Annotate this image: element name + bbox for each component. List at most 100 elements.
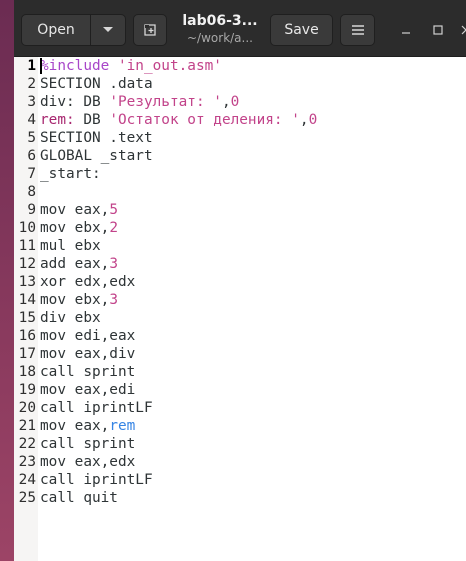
minimize-icon [402, 32, 410, 34]
code-text: add eax,3 [40, 255, 118, 273]
code-line[interactable]: 3 div: DB 'Результат: ',0 [14, 93, 466, 111]
line-number: 7 [27, 166, 36, 182]
code-text: mul ebx [40, 237, 101, 255]
code-line[interactable]: 18 call sprint [14, 363, 466, 381]
code-text: call iprintLF [40, 471, 153, 489]
main-menu-button[interactable] [340, 14, 375, 46]
text-cursor [40, 58, 42, 74]
code-token-plain: call sprint [40, 436, 136, 452]
code-line[interactable]: 17 mov eax,div [14, 345, 466, 363]
code-line[interactable]: 5 SECTION .text [14, 129, 466, 147]
line-number: 11 [18, 238, 36, 254]
code-line[interactable]: 13 xor edx,edx [14, 273, 466, 291]
code-line[interactable]: 22 call sprint [14, 435, 466, 453]
code-token-plain: mov eax,edi [40, 382, 136, 398]
code-token-plain: SECTION .text [40, 130, 153, 146]
close-button[interactable] [454, 18, 466, 42]
code-editor[interactable]: 1 %include 'in_out.asm' 2 SECTION .data 3 div… [14, 57, 466, 561]
code-token-plain: mov eax, [40, 202, 110, 218]
code-token-num: 3 [109, 256, 118, 272]
line-number: 9 [27, 202, 36, 218]
code-text: mov ebx,2 [40, 219, 118, 237]
code-line[interactable]: 2 SECTION .data [14, 75, 466, 93]
code-token-reg: rem [109, 418, 136, 434]
new-tab-button[interactable] [133, 14, 167, 46]
code-token-plain: GLOBAL _start [40, 148, 153, 164]
code-line[interactable]: 14 mov ebx,3 [14, 291, 466, 309]
code-text: rem: DB 'Остаток от деления: ',0 [40, 111, 317, 129]
line-number: 6 [27, 148, 36, 164]
code-line[interactable]: 9 mov eax,5 [14, 201, 466, 219]
code-text: div ebx [40, 309, 101, 327]
new-tab-icon [144, 24, 156, 36]
code-token-plain: call quit [40, 490, 118, 506]
open-dropdown-button[interactable] [90, 14, 126, 46]
code-line[interactable]: 4 rem: DB 'Остаток от деления: ',0 [14, 111, 466, 129]
code-token-plain: , [221, 94, 231, 110]
save-button-label: Save [284, 22, 319, 38]
line-number: 19 [18, 382, 36, 398]
code-line[interactable]: 24 call iprintLF [14, 471, 466, 489]
code-token-plain: _start: [40, 166, 101, 182]
code-line[interactable]: 16 mov edi,eax [14, 327, 466, 345]
code-line[interactable]: 1 %include 'in_out.asm' [14, 57, 466, 75]
open-button-label: Open [37, 22, 75, 38]
minimize-button[interactable] [394, 18, 418, 42]
line-number: 12 [18, 256, 36, 272]
code-text: mov edi,eax [40, 327, 135, 345]
code-text: xor edx,edx [40, 273, 135, 291]
code-token-str: 'Результат: ' [109, 94, 222, 110]
maximize-button[interactable] [426, 18, 450, 42]
code-token-plain: mul ebx [40, 238, 101, 254]
code-text: call sprint [40, 435, 135, 453]
code-line[interactable]: 25 call quit [14, 489, 466, 507]
code-text: _start: [40, 165, 101, 183]
code-text: div: DB 'Результат: ',0 [40, 93, 239, 111]
code-token-num: 2 [109, 220, 118, 236]
code-text: mov eax,div [40, 345, 135, 363]
window-subtitle: ~/work/a... [187, 31, 253, 45]
code-text: mov eax,rem [40, 417, 135, 435]
window-title-block: lab06-3... ~/work/a... [174, 12, 266, 46]
window-title: lab06-3... [182, 13, 258, 29]
code-line[interactable]: 12 add eax,3 [14, 255, 466, 273]
code-line[interactable]: 20 call iprintLF [14, 399, 466, 417]
code-token-num: 0 [308, 112, 318, 128]
code-token-plain: DB [74, 94, 110, 110]
code-text: SECTION .text [40, 129, 153, 147]
line-number: 22 [18, 436, 36, 452]
line-number: 25 [18, 490, 36, 506]
code-line[interactable]: 7 _start: [14, 165, 466, 183]
line-number: 5 [27, 130, 36, 146]
code-line[interactable]: 10 mov ebx,2 [14, 219, 466, 237]
code-token-num: 3 [109, 292, 118, 308]
code-line[interactable]: 23 mov eax,edx [14, 453, 466, 471]
code-text: GLOBAL _start [40, 147, 153, 165]
line-number: 17 [18, 346, 36, 362]
code-token-plain: div ebx [40, 310, 101, 326]
code-token-num: 0 [230, 94, 240, 110]
text-editor-window: Open lab06-3... ~/work/a... Save 1 %incl… [14, 0, 466, 561]
code-line[interactable]: 19 mov eax,edi [14, 381, 466, 399]
code-token-plain: DB [74, 112, 110, 128]
code-text: SECTION .data [40, 75, 153, 93]
save-button[interactable]: Save [270, 14, 333, 46]
code-token-label: rem: [40, 112, 75, 128]
code-text: mov eax,edx [40, 453, 135, 471]
code-token-plain: mov eax,div [40, 346, 136, 362]
code-line[interactable]: 21 mov eax,rem [14, 417, 466, 435]
code-line[interactable]: 11 mul ebx [14, 237, 466, 255]
chevron-down-icon [103, 27, 113, 32]
code-text: %include 'in_out.asm' [40, 57, 222, 75]
open-button[interactable]: Open [21, 14, 91, 46]
code-text: call sprint [40, 363, 135, 381]
code-token-plain: call iprintLF [40, 472, 153, 488]
code-line[interactable]: 6 GLOBAL _start [14, 147, 466, 165]
code-line[interactable]: 15 div ebx [14, 309, 466, 327]
code-token-plain: mov edi,eax [40, 328, 136, 344]
code-line[interactable]: 8 [14, 183, 466, 201]
line-number: 23 [18, 454, 36, 470]
line-number: 13 [18, 274, 36, 290]
code-token-str: 'in_out.asm' [117, 58, 222, 74]
line-number: 1 [27, 58, 36, 74]
